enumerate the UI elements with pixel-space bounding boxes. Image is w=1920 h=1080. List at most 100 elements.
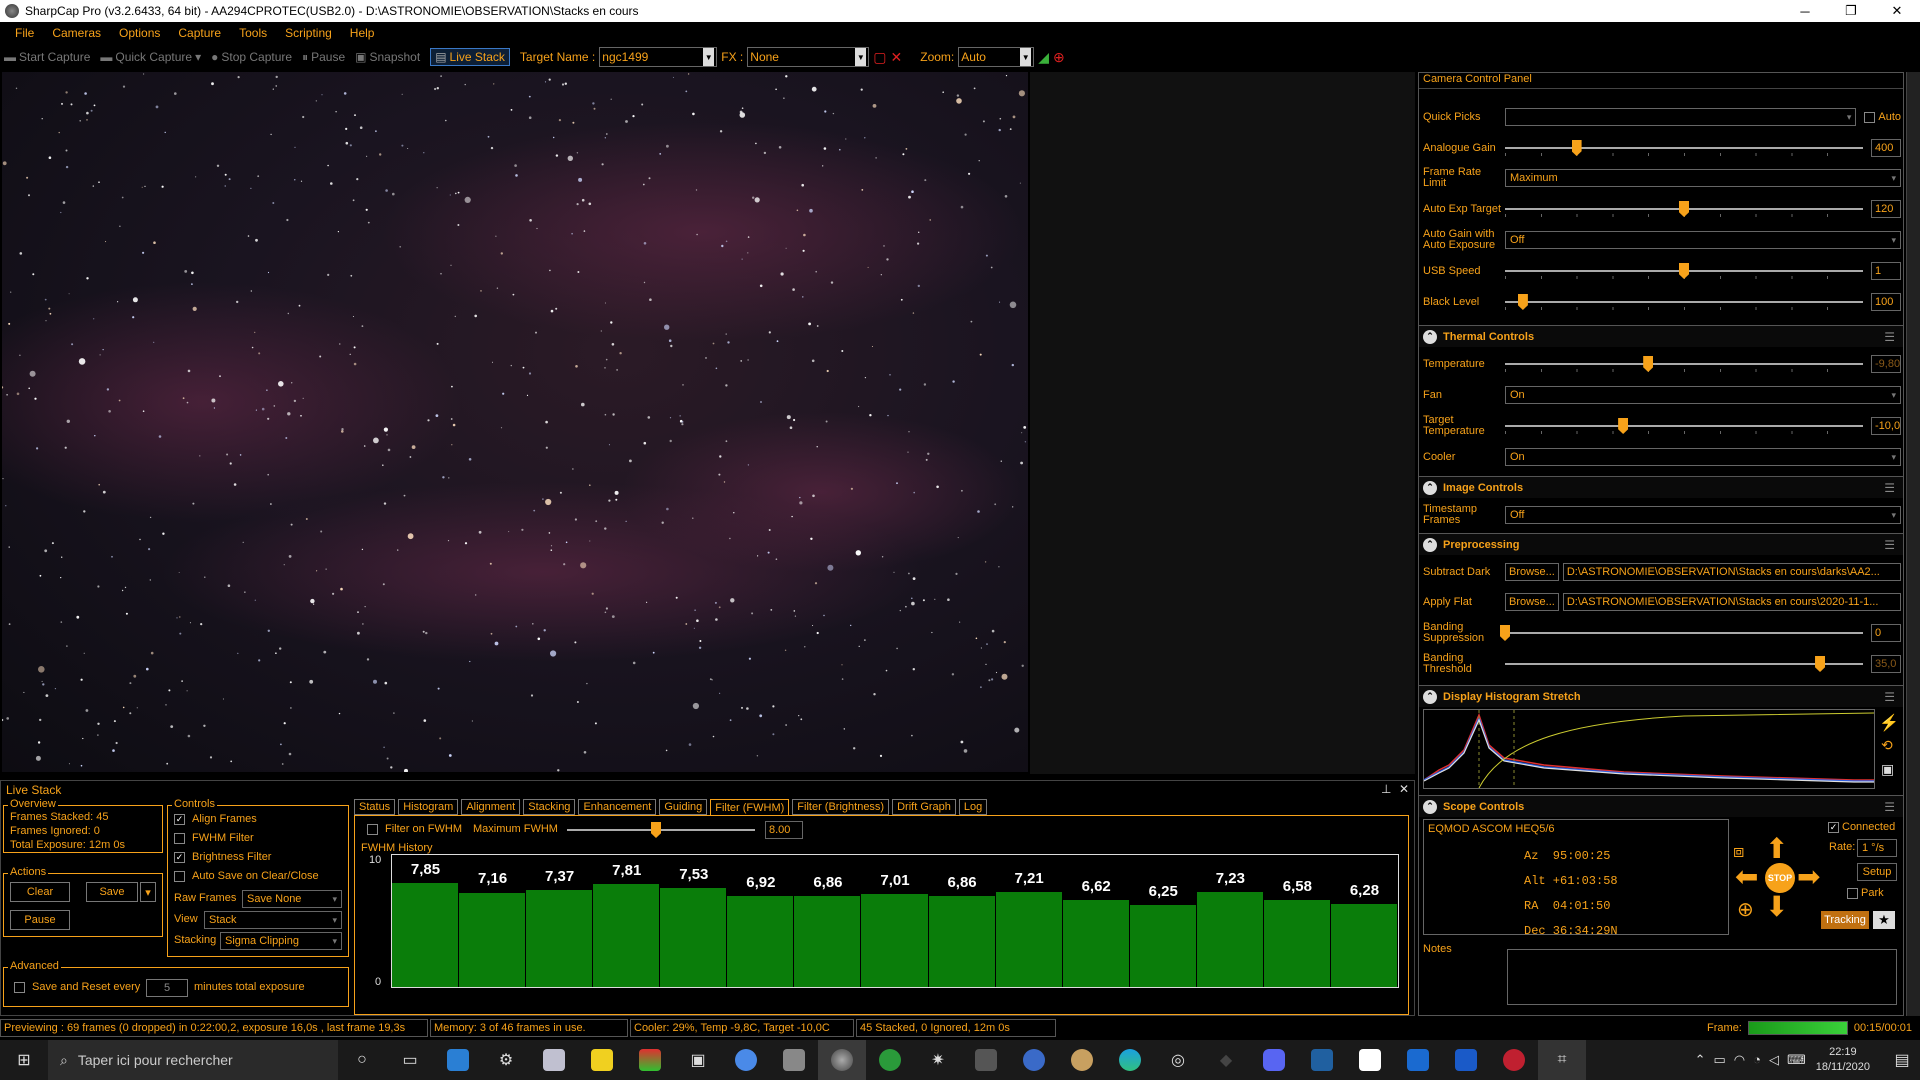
arrow-left-icon[interactable]: ⬅ (1735, 863, 1758, 891)
tab-status[interactable]: Status (354, 799, 396, 815)
minimize-button[interactable]: ─ (1782, 4, 1828, 19)
menu-icon[interactable]: ☰ (1884, 538, 1895, 552)
app-icon-blue-circle[interactable] (722, 1040, 770, 1080)
usb-speed-value[interactable]: 1 (1871, 262, 1901, 280)
tracking-button[interactable]: Tracking (1821, 911, 1869, 929)
app-icon-monitor[interactable] (1298, 1040, 1346, 1080)
scope-controls-header[interactable]: ⌃ Scope Controls ☰ (1419, 795, 1903, 817)
task-view-icon[interactable]: ▭ (386, 1040, 434, 1080)
dark-path-select[interactable]: D:\ASTRONOMIE\OBSERVATION\Stacks en cour… (1562, 563, 1901, 581)
histogram-plot[interactable] (1423, 709, 1875, 789)
preprocessing-header[interactable]: ⌃ Preprocessing ☰ (1419, 533, 1903, 555)
menu-icon[interactable]: ☰ (1884, 481, 1895, 495)
save-icon[interactable]: ▣ (1881, 761, 1894, 778)
auto-gain-select[interactable]: Off ▾ (1505, 231, 1901, 249)
app-icon-grid[interactable]: ⌗ (1538, 1040, 1586, 1080)
app-icon-pen[interactable] (770, 1040, 818, 1080)
reticle-icon[interactable]: ▢ (873, 49, 886, 66)
pin-icon[interactable]: ⊥ (1381, 782, 1391, 796)
brightness-checkbox[interactable]: ✓ (174, 852, 185, 863)
target-temp-slider[interactable] (1505, 416, 1863, 436)
menu-capture[interactable]: Capture (178, 26, 221, 40)
discord-icon[interactable] (1250, 1040, 1298, 1080)
tab-filter-fwhm[interactable]: Filter (FWHM) (710, 799, 790, 815)
zoom-select[interactable]: Auto ▼ (958, 47, 1035, 67)
menu-help[interactable]: Help (350, 26, 375, 40)
menu-file[interactable]: File (15, 26, 34, 40)
tab-filter-brightness[interactable]: Filter (Brightness) (792, 799, 890, 815)
analogue-gain-value[interactable]: 400 (1871, 139, 1901, 157)
app-icon-bluestar[interactable] (1442, 1040, 1490, 1080)
arrow-down-icon[interactable]: ⬇ (1765, 893, 1788, 921)
max-fwhm-value[interactable]: 8.00 (765, 821, 803, 839)
tab-histogram[interactable]: Histogram (398, 799, 459, 815)
menu-icon[interactable]: ☰ (1884, 330, 1895, 344)
wifi-icon[interactable]: ◔ (1753, 1052, 1761, 1068)
search-box[interactable]: ⌕ Taper ici pour rechercher (48, 1040, 338, 1080)
app-icon-red[interactable] (1490, 1040, 1538, 1080)
menu-cameras[interactable]: Cameras (52, 26, 101, 40)
app-icon-dim[interactable]: ◆ (1202, 1040, 1250, 1080)
slider-thumb[interactable] (1815, 656, 1826, 672)
auto-checkbox[interactable] (1864, 111, 1876, 123)
clock[interactable]: 22:19 18/11/2020 (1816, 1045, 1870, 1075)
park-checkbox[interactable] (1847, 887, 1858, 899)
tab-guiding[interactable]: Guiding (659, 799, 708, 815)
target-icon[interactable]: ⊕ (1737, 897, 1754, 922)
notification-icon[interactable]: ▤ (1884, 1040, 1920, 1080)
mail-app-icon[interactable] (434, 1040, 482, 1080)
align-checkbox[interactable]: ✓ (174, 814, 185, 825)
cortana-icon[interactable]: ○ (338, 1040, 386, 1080)
slew-home-icon[interactable]: ⧈ (1733, 841, 1744, 862)
quick-picks-select[interactable]: ▾ (1505, 108, 1857, 126)
filter-on-fwhm-checkbox[interactable] (367, 824, 378, 835)
notes-textarea[interactable] (1507, 949, 1897, 1005)
cooler-select[interactable]: On ▾ (1505, 448, 1901, 466)
system-tray[interactable]: ⌃ ▭ ◠ ◔ ◁ ⌨ (1695, 1052, 1806, 1068)
crosshair-icon[interactable]: ✕ (891, 49, 903, 66)
frame-rate-select[interactable]: Maximum ▾ (1505, 169, 1901, 187)
close-icon[interactable]: ✕ (1399, 782, 1409, 796)
app-icon-photo[interactable] (962, 1040, 1010, 1080)
paint-app-icon[interactable] (530, 1040, 578, 1080)
tab-stacking[interactable]: Stacking (523, 799, 576, 815)
usb-speed-slider[interactable] (1505, 261, 1863, 281)
app-icon-planet[interactable] (1010, 1040, 1058, 1080)
settings-app-icon[interactable]: ⚙ (482, 1040, 530, 1080)
black-level-value[interactable]: 100 (1871, 293, 1901, 311)
keyboard-icon[interactable]: ⌨ (1787, 1052, 1806, 1068)
volume-icon[interactable]: ◁ (1769, 1052, 1779, 1068)
start-capture-button[interactable]: ▬ Start Capture (4, 50, 90, 64)
histogram-icon[interactable]: ◢ (1038, 49, 1049, 66)
view-select[interactable]: Stack ▾ (204, 911, 342, 929)
tab-enhancement[interactable]: Enhancement (578, 799, 657, 815)
quick-capture-button[interactable]: ▬ Quick Capture ▾ (100, 50, 201, 64)
menu-tools[interactable]: Tools (239, 26, 267, 40)
fwhm-filter-checkbox[interactable] (174, 833, 185, 844)
auto-exp-slider[interactable] (1505, 199, 1863, 219)
zoom-icon[interactable]: ⊕ (1053, 49, 1065, 66)
browse-flat-button[interactable]: Browse... (1505, 593, 1559, 611)
chevron-up-icon[interactable]: ⌃ (1695, 1052, 1706, 1068)
clear-button[interactable]: Clear (10, 882, 70, 902)
auto-exp-value[interactable]: 120 (1871, 200, 1901, 218)
app-icon-jupiter[interactable] (1058, 1040, 1106, 1080)
autosave-checkbox[interactable] (174, 871, 185, 882)
reset-icon[interactable]: ⟲ (1881, 737, 1893, 754)
close-button[interactable]: ✕ (1874, 3, 1920, 19)
tab-drift-graph[interactable]: Drift Graph (892, 799, 956, 815)
minutes-stepper[interactable]: 5 (146, 979, 188, 997)
sharpcap-taskbar-icon[interactable] (818, 1040, 866, 1080)
histogram-stretch-header[interactable]: ⌃ Display Histogram Stretch ☰ (1419, 685, 1903, 707)
menu-icon[interactable]: ☰ (1884, 690, 1895, 704)
flat-path-select[interactable]: D:\ASTRONOMIE\OBSERVATION\Stacks en cour… (1562, 593, 1901, 611)
target-temp-value[interactable]: -10,0 (1871, 417, 1901, 435)
timestamp-select[interactable]: Off ▾ (1505, 506, 1901, 524)
wix-icon[interactable] (1346, 1040, 1394, 1080)
lightning-icon[interactable]: ⚡ (1879, 713, 1899, 733)
sticky-notes-icon[interactable] (578, 1040, 626, 1080)
arrow-up-icon[interactable]: ⬆ (1765, 835, 1788, 863)
network-icon[interactable]: ◠ (1734, 1052, 1745, 1068)
ccp-scrollbar[interactable] (1906, 72, 1920, 1016)
app-icon-colorful[interactable] (626, 1040, 674, 1080)
